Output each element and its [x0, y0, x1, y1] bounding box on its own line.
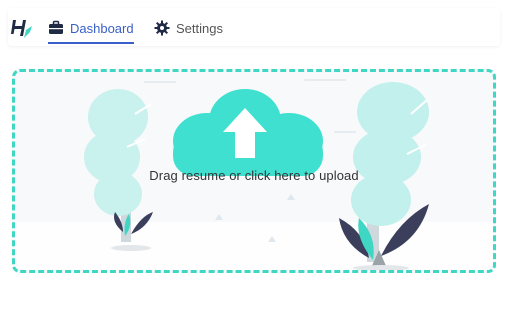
gear-icon [154, 20, 170, 36]
cloud-upload-icon [173, 89, 323, 176]
tab-dashboard-label: Dashboard [70, 20, 134, 36]
tab-settings[interactable]: Settings [154, 16, 223, 40]
page: Dashboard Settings Drag resume or click … [0, 0, 512, 320]
top-navbar: Dashboard Settings [8, 8, 500, 46]
tab-dashboard[interactable]: Dashboard [48, 16, 134, 44]
resume-upload-dropzone[interactable]: Drag resume or click here to upload [12, 69, 496, 273]
tab-settings-label: Settings [176, 20, 223, 36]
hk-logo-icon[interactable] [10, 16, 34, 40]
upload-instruction-text: Drag resume or click here to upload [149, 168, 359, 183]
briefcase-icon [48, 20, 64, 36]
